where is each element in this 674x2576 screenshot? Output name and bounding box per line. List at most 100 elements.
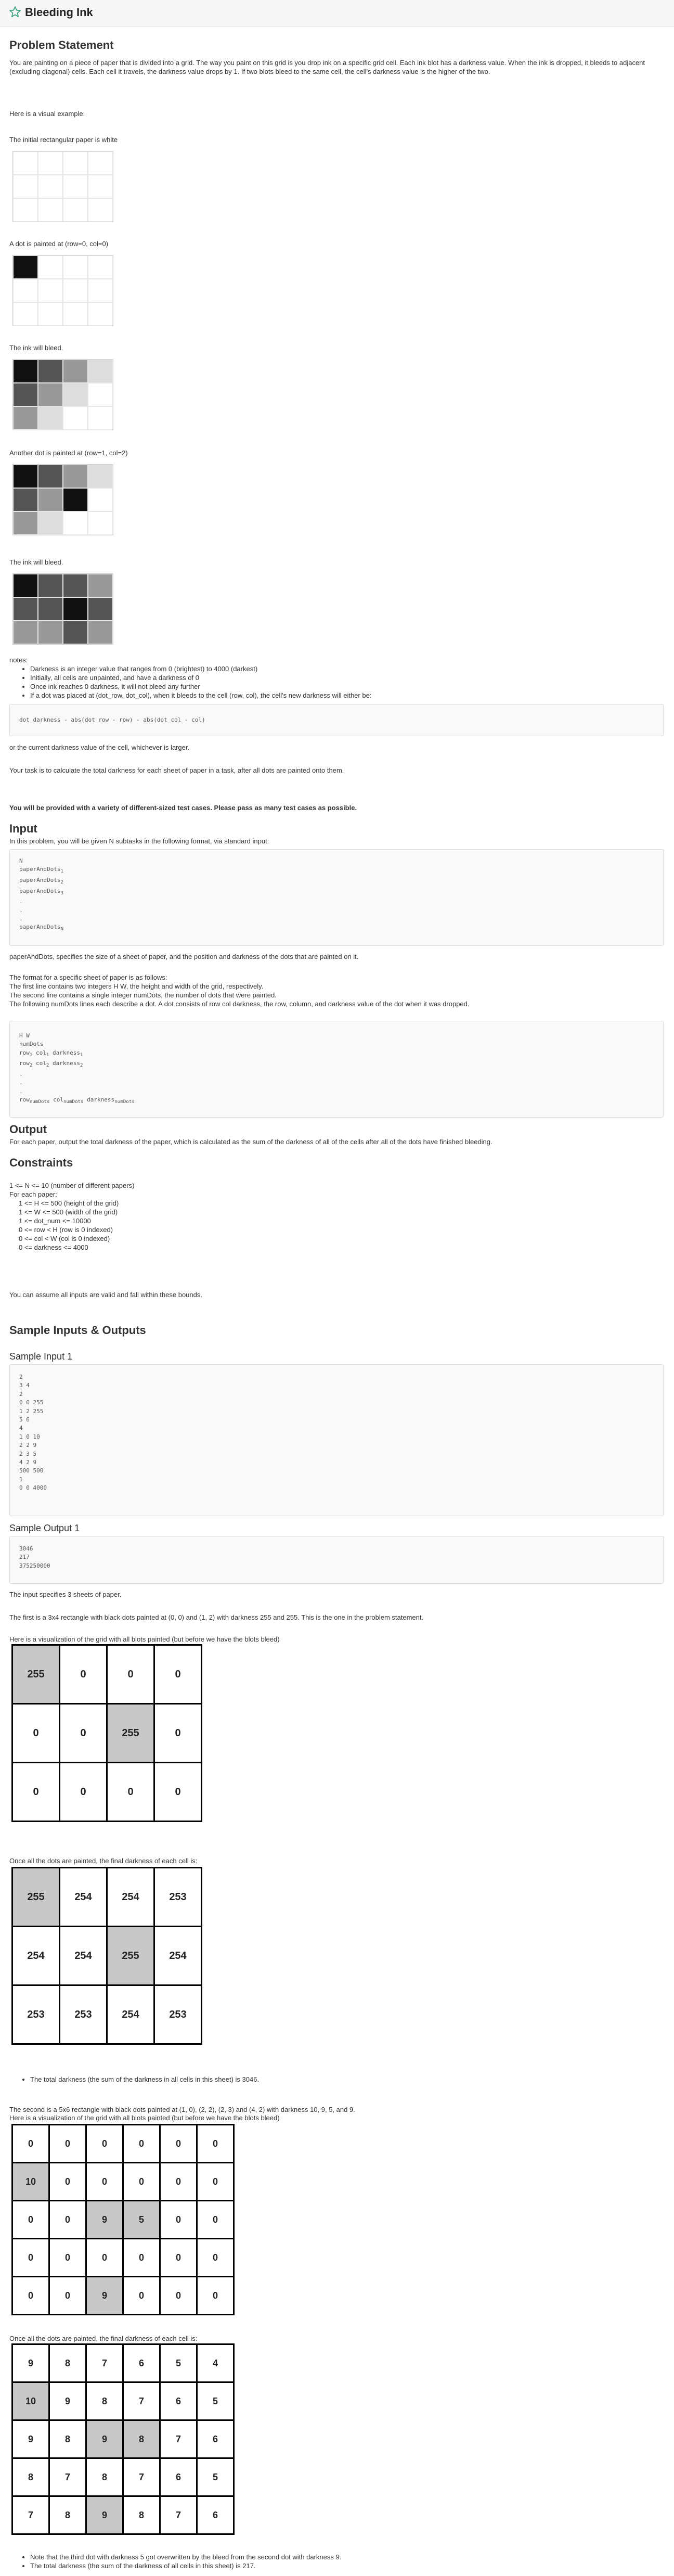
constraint-line: 1 <= W <= 500 (width of the grid) (19, 1208, 118, 1216)
grid-cell: 0 (122, 2162, 161, 2201)
grid-cell: 7 (122, 2457, 161, 2497)
grid-cell: 0 (106, 1644, 155, 1704)
grid-cell: 254 (11, 1926, 60, 1986)
grid-cell: 8 (85, 2381, 124, 2421)
grid-cell: 0 (196, 2276, 235, 2315)
visual-intro: Here is a visual example: (9, 110, 85, 118)
caption-dot2: Another dot is painted at (row=1, col=2) (9, 449, 128, 457)
grid-cell: 0 (59, 1644, 108, 1704)
grid-cell: 254 (106, 1867, 155, 1927)
grid-cell: 255 (11, 1644, 60, 1704)
grid-cell: 5 (122, 2200, 161, 2239)
grid-cell: 5 (196, 2457, 235, 2497)
grid-row: 000000 (11, 2238, 235, 2277)
grid-cell: 8 (48, 2419, 87, 2459)
constraints-list: 1 <= N <= 10 (number of different papers… (9, 1181, 134, 1252)
grid-cell: 8 (122, 2495, 161, 2535)
grid-cell: 254 (153, 1926, 202, 1986)
grid-cell: 7 (85, 2343, 124, 2383)
input-format-code: N paperAndDots1 paperAndDots2 paperAndDo… (19, 857, 63, 932)
grid-cell: 6 (196, 2495, 235, 2535)
constraints-heading: Constraints (9, 1156, 73, 1169)
caption-bleed2: The ink will bleed. (9, 558, 63, 566)
final-label-2: Once all the dots are painted, the final… (9, 2335, 198, 2342)
grid-cell: 6 (122, 2343, 161, 2383)
grid-cell: 0 (159, 2124, 198, 2163)
grid-cell: 6 (159, 2457, 198, 2497)
grid1-before: 255 0 0 0 0 0 255 0 0 0 0 0 (11, 1644, 202, 1822)
sample-output-block: 3046 217 375250000 (9, 1536, 664, 1584)
grid-cell: 0 (48, 2162, 87, 2201)
constraint-line: 1 <= dot_num <= 10000 (19, 1217, 91, 1225)
grid-cell: 0 (122, 2124, 161, 2163)
grid-cell: 7 (48, 2457, 87, 2497)
problem-intro: You are painting on a piece of paper tha… (9, 59, 645, 75)
note3-item: Note that the third dot with darkness 5 … (30, 2553, 341, 2561)
grid-row: 009500 (11, 2200, 235, 2239)
grid-cell: 0 (159, 2276, 198, 2315)
note-item: Once ink reaches 0 darkness, it will not… (30, 682, 371, 691)
grid-row: 10 9 8 7 6 5 (11, 2381, 235, 2421)
grid-cell: 0 (11, 2200, 50, 2239)
grid-row: 987654 (11, 2343, 235, 2383)
grid-cell: 7 (159, 2495, 198, 2535)
output-heading: Output (9, 1123, 47, 1136)
notes-list: Darkness is an integer value that ranges… (9, 664, 371, 700)
input-format-block: N paperAndDots1 paperAndDots2 paperAndDo… (9, 849, 664, 946)
grid-cell: 0 (153, 1644, 202, 1704)
grid-cell: 0 (196, 2162, 235, 2201)
grid-cell: 0 (196, 2238, 235, 2277)
grid-row: 789876 (11, 2495, 235, 2535)
grid-cell: 9 (11, 2419, 50, 2459)
format-lines: The format for a specific sheet of paper… (9, 973, 470, 1008)
grid-cell: 0 (11, 1762, 60, 1822)
grid-cell: 254 (106, 1984, 155, 2045)
grid-cell: 254 (59, 1926, 108, 1986)
grid-bleed2 (12, 573, 113, 645)
grid-cell: 255 (106, 1703, 155, 1763)
note-item: Initially, all cells are unpainted, and … (30, 673, 371, 682)
grid-row: 989876 (11, 2419, 235, 2459)
grid2-after: 9 8 7 6 5 4 10 9 8 7 6 5 9 8 9 8 7 6 8 7 8 7 6 5 7 8 9 8 7 6 (11, 2343, 235, 2535)
assume-text: You can assume all inputs are valid and … (9, 1291, 202, 1299)
format-line: The second line contains a single intege… (9, 991, 277, 999)
page-title: Bleeding Ink (25, 6, 93, 19)
task-text: Your task is to calculate the total dark… (9, 766, 344, 774)
grid-cell: 253 (59, 1984, 108, 2045)
grid-cell: 7 (11, 2495, 50, 2535)
grid-cell: 0 (59, 1703, 108, 1763)
paper-format-code: H W numDots row1 col1 darkness1 row2 col… (19, 1032, 135, 1105)
constraint-line: 0 <= col < W (col is 0 indexed) (19, 1235, 110, 1242)
constraint-line: 0 <= row < H (row is 0 indexed) (19, 1226, 113, 1234)
grid-dot2 (12, 464, 113, 535)
grid-cell: 0 (122, 2238, 161, 2277)
vis-before-1: Here is a visualization of the grid with… (9, 1635, 280, 1643)
star-icon[interactable] (9, 6, 21, 18)
grid-cell: 0 (48, 2238, 87, 2277)
grid-cell: 8 (85, 2457, 124, 2497)
total1-item: The total darkness (the sum of the darkn… (30, 2075, 259, 2084)
grid-cell: 7 (122, 2381, 161, 2421)
note-item: Darkness is an integer value that ranges… (30, 664, 371, 673)
header-bar: Bleeding Ink (0, 0, 674, 27)
grid2-before: 0 0 0 0 0 0 10 0 0 0 0 0 0 0 9 5 0 0 0 0 0 0 0 0 0 0 9 0 0 0 (11, 2124, 235, 2315)
caption-dot1: A dot is painted at (row=0, col=0) (9, 240, 109, 248)
grid-cell: 0 (153, 1762, 202, 1822)
grid-cell: 9 (85, 2276, 124, 2315)
grid-cell: 7 (159, 2419, 198, 2459)
paper-format-block: H W numDots row1 col1 darkness1 row2 col… (9, 1021, 664, 1118)
formula-block: dot_darkness - abs(dot_row - row) - abs(… (9, 704, 664, 736)
output-text: For each paper, output the total darknes… (9, 1138, 492, 1146)
grid-cell: 0 (11, 1703, 60, 1763)
grid-cell: 8 (48, 2495, 87, 2535)
grid-cell: 0 (48, 2200, 87, 2239)
first-desc: The first is a 3x4 rectangle with black … (9, 1613, 424, 1621)
final-label-1: Once all the dots are painted, the final… (9, 1857, 198, 1865)
grid-cell: 0 (48, 2276, 87, 2315)
grid-row: 255 0 0 0 (11, 1644, 202, 1704)
grid-cell: 10 (11, 2381, 50, 2421)
grid-row: 878765 (11, 2457, 235, 2497)
grid-cell: 0 (11, 2124, 50, 2163)
grid1-after: 255 254 254 253 254 254 255 254 253 253 254 253 (11, 1867, 202, 2045)
grid-cell: 0 (153, 1703, 202, 1763)
